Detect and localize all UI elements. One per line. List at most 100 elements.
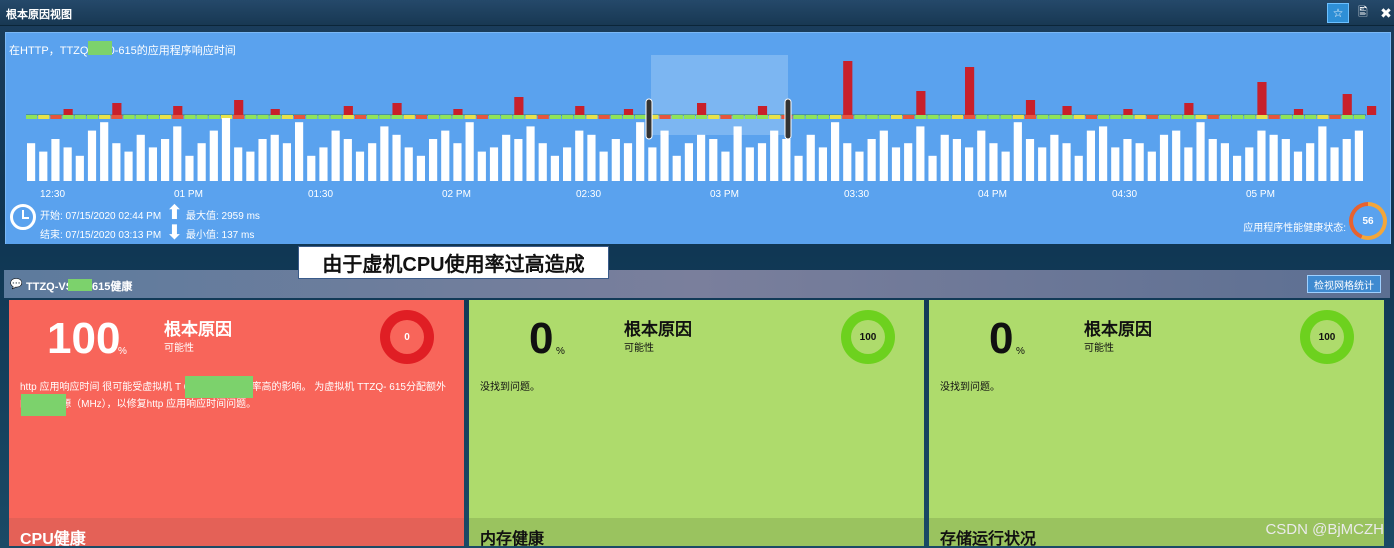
status-cell bbox=[38, 115, 50, 119]
status-cell bbox=[257, 115, 269, 119]
status-cell bbox=[513, 115, 525, 119]
response-bar bbox=[1208, 139, 1217, 181]
status-cell bbox=[866, 115, 878, 119]
root-cause-title: 根本原因 bbox=[624, 320, 692, 339]
status-cell bbox=[586, 115, 598, 119]
response-bar bbox=[1172, 130, 1181, 181]
status-cell bbox=[111, 115, 123, 119]
status-cell bbox=[635, 115, 647, 119]
status-cell bbox=[696, 115, 708, 119]
cpu-health-card[interactable]: 100 % 根本原因 可能性 0 http 应用响应时间 很可能受虚拟机 T 6… bbox=[9, 300, 464, 548]
spike-bar bbox=[757, 106, 768, 115]
response-bar bbox=[1001, 151, 1010, 181]
status-cell bbox=[403, 115, 415, 119]
arrow-up-icon: ⬆ bbox=[166, 202, 183, 224]
view-grid-stats-button[interactable]: 检视网格统计 bbox=[1307, 275, 1381, 293]
close-icon[interactable]: ✖ bbox=[1375, 3, 1394, 23]
status-cell bbox=[160, 115, 172, 119]
response-bar bbox=[221, 118, 231, 181]
root-cause-title: 根本原因 bbox=[1084, 320, 1152, 339]
status-cell bbox=[708, 115, 720, 119]
status-cell bbox=[415, 115, 427, 119]
response-bar bbox=[1074, 155, 1083, 181]
status-cell bbox=[817, 115, 829, 119]
response-bar bbox=[1220, 143, 1229, 181]
window-title: 根本原因视图 bbox=[6, 9, 72, 21]
memory-health-ring: 100 bbox=[841, 310, 895, 364]
status-cell bbox=[903, 115, 915, 119]
response-bar bbox=[1184, 147, 1193, 181]
response-bar bbox=[1269, 134, 1278, 181]
ring-value: 100 bbox=[851, 320, 885, 354]
response-bar bbox=[660, 130, 669, 181]
status-cell bbox=[769, 115, 781, 119]
status-cell bbox=[62, 115, 74, 119]
window-titlebar: 根本原因视图 ☆ 🖺 ✖ bbox=[0, 0, 1394, 26]
status-cell bbox=[464, 115, 476, 119]
probability-value: 0 bbox=[989, 314, 1014, 363]
card-footer-label: 内存健康 bbox=[480, 531, 545, 548]
chat-bubble-icon: 💬 bbox=[10, 279, 23, 290]
percent-unit: % bbox=[556, 346, 565, 357]
health-section-header: 💬 TTZQ-VS 00-615健康 检视网格统计 bbox=[4, 270, 1390, 298]
response-bar bbox=[672, 155, 681, 181]
health-value: 56 bbox=[1353, 206, 1383, 236]
favorite-star-icon[interactable]: ☆ bbox=[1327, 3, 1349, 23]
export-document-icon[interactable]: 🖺 bbox=[1352, 3, 1374, 23]
status-cell bbox=[1329, 115, 1341, 119]
probability-value: 0 bbox=[529, 314, 554, 363]
response-bar bbox=[697, 134, 706, 181]
status-cell bbox=[391, 115, 403, 119]
response-bar bbox=[87, 130, 97, 181]
status-cell bbox=[147, 115, 159, 119]
response-bar bbox=[1233, 155, 1242, 181]
status-cell bbox=[1195, 115, 1207, 119]
status-cell bbox=[123, 115, 135, 119]
end-time: 结束: 07/15/2020 03:13 PM bbox=[40, 230, 162, 241]
percent-unit: % bbox=[118, 346, 127, 357]
response-bar bbox=[136, 134, 145, 181]
spike-bar bbox=[392, 103, 402, 115]
health-gauge: 56 bbox=[1349, 202, 1387, 240]
status-cell bbox=[1049, 115, 1061, 119]
response-bar bbox=[587, 134, 596, 181]
status-cell bbox=[354, 115, 367, 119]
response-bar bbox=[1147, 151, 1156, 181]
probability-label: 可能性 bbox=[624, 343, 654, 354]
memory-health-card[interactable]: 0 % 根本原因 可能性 100 没找到问题。 内存健康 bbox=[469, 300, 924, 548]
redaction-mask bbox=[21, 394, 66, 416]
status-cell bbox=[99, 115, 111, 119]
status-cell bbox=[1353, 115, 1365, 119]
probability-label: 可能性 bbox=[1084, 343, 1114, 354]
redaction-mask bbox=[185, 376, 253, 398]
status-cell bbox=[720, 115, 732, 119]
status-cell bbox=[1122, 115, 1134, 119]
response-bar bbox=[1257, 130, 1266, 181]
selected-range bbox=[651, 55, 788, 135]
status-cell bbox=[988, 115, 1000, 119]
response-bar bbox=[879, 130, 888, 181]
probability-value: 100 bbox=[47, 314, 121, 363]
response-bar bbox=[307, 155, 316, 181]
status-cell bbox=[379, 115, 391, 119]
spike-bar bbox=[453, 109, 463, 115]
response-time-chart[interactable]: 12:30 01 PM 01:30 02 PM 02:30 03 PM 03:30 04 PM… bbox=[6, 33, 1390, 203]
status-cell bbox=[854, 115, 866, 119]
response-bar bbox=[1354, 130, 1363, 181]
response-bar bbox=[453, 143, 462, 181]
status-cell bbox=[1171, 115, 1183, 119]
response-bar bbox=[404, 147, 413, 181]
status-cell bbox=[610, 115, 622, 119]
spike-bar bbox=[697, 103, 707, 115]
storage-health-card[interactable]: 0 % 根本原因 可能性 100 没找到问题。 存储运行状况 bbox=[929, 300, 1384, 548]
status-cell bbox=[172, 115, 184, 119]
status-cell bbox=[135, 115, 147, 119]
response-bar bbox=[977, 130, 986, 181]
response-bar bbox=[904, 143, 913, 181]
status-cell bbox=[306, 115, 318, 119]
response-bar bbox=[282, 143, 291, 181]
spike-bar bbox=[1293, 109, 1304, 115]
status-cell bbox=[428, 115, 440, 119]
root-cause-description: 没找到问题。 bbox=[480, 382, 540, 393]
status-cell bbox=[927, 115, 939, 119]
